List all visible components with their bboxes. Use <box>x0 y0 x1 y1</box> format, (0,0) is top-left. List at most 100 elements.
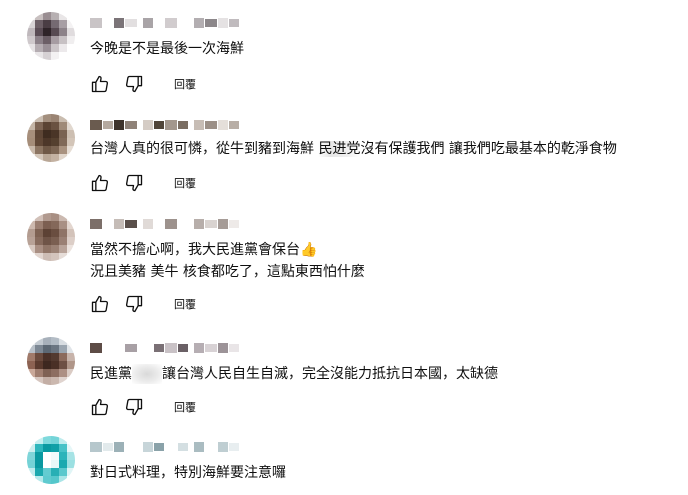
avatar-pixel <box>43 361 51 369</box>
comment-actions: 回覆 <box>88 292 196 316</box>
avatar-pixel <box>35 130 43 138</box>
avatar-pixel <box>27 130 35 138</box>
thumbs-down-icon[interactable] <box>122 395 146 419</box>
avatar-pixel <box>35 337 43 345</box>
avatar-pixel <box>59 114 67 122</box>
author-blur-block <box>229 19 239 27</box>
author-blur-block <box>218 219 228 229</box>
author-blur-block <box>114 120 124 130</box>
author-name-blurred[interactable] <box>90 217 245 231</box>
avatar-pixel <box>35 12 43 20</box>
avatar-pixel <box>27 436 35 444</box>
author-blur-block <box>178 443 188 451</box>
avatar[interactable] <box>27 12 75 60</box>
avatar-pixel <box>51 369 59 377</box>
avatar-pixel <box>35 114 43 122</box>
author-name-blurred[interactable] <box>90 118 245 132</box>
avatar-pixel <box>43 122 51 130</box>
avatar-pixel <box>27 44 35 52</box>
avatar-pixel <box>27 369 35 377</box>
thumbs-up-icon[interactable] <box>88 72 112 96</box>
author-blur-block <box>154 19 164 27</box>
comment-text: 台灣人真的很可憐，從牛到豬到海鮮 民进党沒有保護我們 讓我們吃最基本的乾淨食物 <box>90 141 617 157</box>
avatar[interactable] <box>27 436 75 484</box>
avatar-pixel <box>35 436 43 444</box>
avatar-pixel <box>67 444 75 452</box>
avatar-pixel <box>51 154 59 162</box>
avatar-pixel <box>27 154 35 162</box>
thumbs-up-icon[interactable] <box>88 395 112 419</box>
avatar-pixel <box>59 361 67 369</box>
author-blur-block <box>103 443 113 451</box>
author-name-blurred[interactable] <box>90 16 245 30</box>
avatar[interactable] <box>27 114 75 162</box>
avatar-pixel <box>51 213 59 221</box>
author-blur-block <box>114 18 124 28</box>
redacted-blur <box>132 364 162 384</box>
author-blur-block <box>125 220 137 228</box>
author-blur-block <box>90 343 102 353</box>
reply-button[interactable]: 回覆 <box>174 175 196 191</box>
avatar-pixel <box>35 28 43 36</box>
reply-button[interactable]: 回覆 <box>174 296 196 312</box>
author-name-blurred[interactable] <box>90 341 245 355</box>
author-blur-block <box>154 344 164 352</box>
comment-actions: 回覆 <box>88 72 196 96</box>
author-blur-block <box>125 121 137 129</box>
avatar-pixel <box>51 28 59 36</box>
avatar-pixel <box>67 52 75 60</box>
avatar-pixel <box>35 444 43 452</box>
avatar-pixel <box>35 52 43 60</box>
avatar-pixel <box>67 468 75 476</box>
avatar-pixel <box>51 114 59 122</box>
author-blur-block <box>114 343 124 353</box>
avatar-pixel <box>51 122 59 130</box>
avatar-pixel <box>67 12 75 20</box>
avatar-pixel <box>67 154 75 162</box>
avatar-pixel <box>43 452 51 460</box>
avatar-pixel <box>59 377 67 385</box>
avatar-pixel <box>35 138 43 146</box>
thumbs-down-icon[interactable] <box>122 72 146 96</box>
avatar-pixel <box>67 28 75 36</box>
avatar-pixel <box>59 138 67 146</box>
avatar-pixel <box>51 345 59 353</box>
avatar-pixel <box>35 353 43 361</box>
author-blur-block <box>154 443 164 451</box>
avatar-pixel <box>51 353 59 361</box>
avatar[interactable] <box>27 213 75 261</box>
avatar-pixel <box>27 12 35 20</box>
avatar-pixel <box>43 52 51 60</box>
author-blur-block <box>154 121 164 129</box>
avatar[interactable] <box>27 337 75 385</box>
highlighted-text: 民进党 <box>318 141 361 157</box>
avatar-pixel <box>43 138 51 146</box>
avatar-pixel <box>27 146 35 154</box>
author-blur-block <box>165 120 177 130</box>
avatar-pixel <box>27 361 35 369</box>
avatar-pixel <box>51 229 59 237</box>
avatar-pixel <box>43 436 51 444</box>
comment-actions: 回覆 <box>88 171 196 195</box>
reply-button[interactable]: 回覆 <box>174 76 196 92</box>
author-name-blurred[interactable] <box>90 440 245 454</box>
author-blur-block <box>205 121 217 129</box>
avatar-pixel <box>35 460 43 468</box>
author-blur-block <box>114 442 124 452</box>
avatar-pixel <box>43 237 51 245</box>
author-blur-block <box>218 120 228 130</box>
avatar-pixel <box>59 154 67 162</box>
comment-text: 對日式料理，特別海鮮要注意囉 <box>90 465 286 481</box>
avatar-pixel <box>35 245 43 253</box>
avatar-pixel <box>67 345 75 353</box>
thumbs-up-icon[interactable] <box>88 171 112 195</box>
author-blur-block <box>103 19 113 27</box>
thumbs-down-icon[interactable] <box>122 171 146 195</box>
avatar-pixel <box>27 345 35 353</box>
author-blur-block <box>194 18 204 28</box>
avatar-pixel <box>59 146 67 154</box>
thumbs-down-icon[interactable] <box>122 292 146 316</box>
thumbs-up-icon[interactable] <box>88 292 112 316</box>
avatar-pixel <box>59 36 67 44</box>
reply-button[interactable]: 回覆 <box>174 399 196 415</box>
